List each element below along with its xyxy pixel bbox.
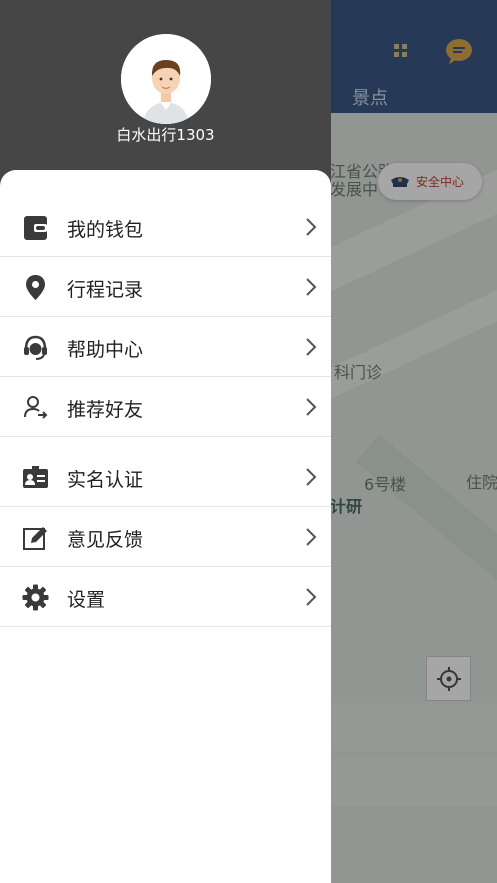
avatar-icon <box>121 34 211 124</box>
side-drawer: 白水出行1303 我的钱包 行程记录 帮助中心 推荐好友 实名认证 意见反馈 设… <box>0 0 331 883</box>
gear-icon <box>22 584 49 611</box>
menu-item-label: 意见反馈 <box>67 529 144 551</box>
username: 白水出行1303 <box>116 126 215 144</box>
menu-item-trip-history[interactable]: 行程记录 <box>0 257 331 317</box>
wallet-icon <box>24 216 47 240</box>
menu-item-label: 我的钱包 <box>67 219 144 241</box>
menu-item-settings[interactable]: 设置 <box>0 567 331 627</box>
menu-item-help-center[interactable]: 帮助中心 <box>0 317 331 377</box>
pencil-icon <box>23 527 47 550</box>
menu-item-real-name-verification[interactable]: 实名认证 <box>0 447 331 507</box>
menu-item-refer-friend[interactable]: 推荐好友 <box>0 377 331 437</box>
menu-item-label: 实名认证 <box>67 469 144 491</box>
chevron-right-icon <box>306 338 317 356</box>
id-card-icon <box>23 466 48 488</box>
menu-item-wallet[interactable]: 我的钱包 <box>0 197 331 257</box>
location-pin-icon <box>26 275 45 300</box>
chevron-right-icon <box>306 528 317 546</box>
menu-item-label: 帮助中心 <box>67 339 144 361</box>
chevron-right-icon <box>306 398 317 416</box>
headset-icon <box>24 335 47 360</box>
menu-spacer <box>0 437 331 447</box>
drawer-body: 我的钱包 行程记录 帮助中心 推荐好友 实名认证 意见反馈 设置 <box>0 170 331 883</box>
menu-item-feedback[interactable]: 意见反馈 <box>0 507 331 567</box>
user-share-icon <box>24 396 48 419</box>
menu-item-label: 行程记录 <box>67 279 144 301</box>
avatar[interactable] <box>121 34 211 124</box>
chevron-right-icon <box>306 588 317 606</box>
chevron-right-icon <box>306 218 317 236</box>
chevron-right-icon <box>306 278 317 296</box>
menu-item-label: 推荐好友 <box>67 399 144 421</box>
chevron-right-icon <box>306 468 317 486</box>
menu-item-label: 设置 <box>67 589 106 611</box>
drawer-menu: 我的钱包 行程记录 帮助中心 推荐好友 实名认证 意见反馈 设置 <box>0 197 331 627</box>
